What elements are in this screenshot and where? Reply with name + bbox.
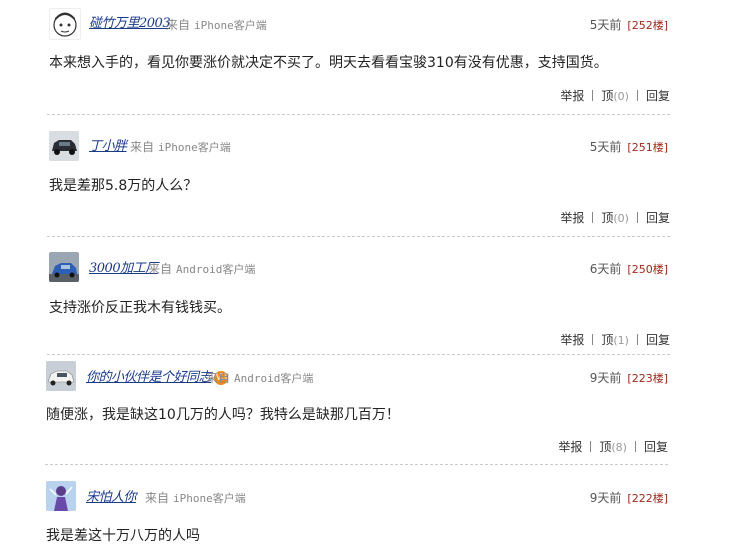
device-name: Android客户端 bbox=[176, 263, 256, 276]
separator bbox=[592, 212, 594, 223]
comment-text: 我是差那5.8万的人么？ bbox=[49, 178, 198, 194]
comment-text: 本来想入手的，看见你要涨价就决定不买了。明天去看看宝骏310有没有优惠，支持国货… bbox=[49, 55, 608, 71]
from-label: 来自 bbox=[145, 491, 170, 505]
report-button[interactable]: 举报 bbox=[558, 440, 582, 454]
comment-divider bbox=[45, 464, 668, 465]
comment-divider bbox=[47, 114, 670, 115]
comment-actions: 举报 顶(1) 回复 bbox=[560, 331, 670, 348]
from-label: 来自 bbox=[166, 18, 191, 32]
username-text: 你的小伙伴是个好同志 bbox=[86, 370, 212, 385]
separator bbox=[636, 90, 638, 101]
report-button[interactable]: 举报 bbox=[560, 333, 584, 347]
upvote-button[interactable]: 顶(0) bbox=[601, 211, 629, 225]
upvote-count: (0) bbox=[613, 212, 629, 225]
report-button[interactable]: 举报 bbox=[560, 211, 584, 225]
upvote-button[interactable]: 顶(0) bbox=[601, 89, 629, 103]
floor-number: [222楼] bbox=[627, 492, 668, 505]
device-info: 来自 Android客户端 bbox=[148, 260, 255, 277]
separator bbox=[636, 212, 638, 223]
comment-meta: 9天前 [223楼] bbox=[590, 369, 668, 386]
floor-number: [223楼] bbox=[627, 372, 668, 385]
upvote-label: 顶 bbox=[601, 211, 614, 225]
white-car-avatar[interactable] bbox=[46, 361, 76, 391]
reply-button[interactable]: 回复 bbox=[646, 89, 670, 103]
upvote-button[interactable]: 顶(8) bbox=[599, 440, 627, 454]
comment-meta: 9天前 [222楼] bbox=[590, 489, 668, 506]
from-label: 来自 bbox=[206, 371, 231, 385]
upvote-count: (1) bbox=[613, 334, 629, 347]
username[interactable]: 丁小胖 bbox=[89, 135, 127, 154]
anime-figure-avatar[interactable] bbox=[46, 481, 76, 511]
upvote-count: (0) bbox=[613, 90, 629, 103]
device-info: 来自 iPhone客户端 bbox=[130, 138, 231, 155]
username[interactable]: 碰竹万里2003 bbox=[89, 12, 171, 31]
floor-number: [251楼] bbox=[627, 141, 668, 154]
comment-text: 我是差这十万八万的人吗 bbox=[46, 528, 200, 544]
comment-actions: 举报 顶(8) 回复 bbox=[558, 438, 668, 455]
device-name: iPhone客户端 bbox=[194, 19, 267, 32]
blue-car-avatar[interactable] bbox=[49, 252, 79, 282]
comment-divider bbox=[47, 236, 670, 237]
comment-divider bbox=[47, 354, 670, 355]
comment-meta: 5天前 [252楼] bbox=[590, 16, 668, 33]
timestamp: 9天前 bbox=[589, 371, 622, 385]
separator bbox=[634, 441, 636, 452]
comment-actions: 举报 顶(0) 回复 bbox=[560, 87, 670, 104]
from-label: 来自 bbox=[148, 262, 173, 276]
separator bbox=[592, 90, 594, 101]
separator bbox=[636, 334, 638, 345]
device-info: 来自 iPhone客户端 bbox=[166, 16, 267, 33]
timestamp: 6天前 bbox=[589, 262, 622, 276]
reply-button[interactable]: 回复 bbox=[646, 333, 670, 347]
timestamp: 5天前 bbox=[589, 18, 622, 32]
device-name: iPhone客户端 bbox=[173, 492, 246, 505]
device-info: 来自 Android客户端 bbox=[206, 369, 313, 386]
device-name: Android客户端 bbox=[234, 372, 314, 385]
username[interactable]: 宋怕人你 bbox=[86, 486, 137, 505]
upvote-button[interactable]: 顶(1) bbox=[601, 333, 629, 347]
reply-button[interactable]: 回复 bbox=[646, 211, 670, 225]
from-label: 来自 bbox=[130, 140, 155, 154]
comment-text: 支持涨价反正我木有钱钱买。 bbox=[49, 300, 231, 316]
reply-button[interactable]: 回复 bbox=[644, 440, 668, 454]
upvote-label: 顶 bbox=[599, 440, 612, 454]
floor-number: [252楼] bbox=[627, 19, 668, 32]
device-info: 来自 iPhone客户端 bbox=[145, 489, 246, 506]
comment-meta: 6天前 [250楼] bbox=[590, 260, 668, 277]
comment-text: 随便涨，我是缺这10几万的人吗？我特么是缺那几百万！ bbox=[46, 407, 400, 423]
report-button[interactable]: 举报 bbox=[560, 89, 584, 103]
device-name: iPhone客户端 bbox=[158, 141, 231, 154]
separator bbox=[592, 334, 594, 345]
timestamp: 5天前 bbox=[589, 140, 622, 154]
comment-meta: 5天前 [251楼] bbox=[590, 138, 668, 155]
separator bbox=[590, 441, 592, 452]
upvote-label: 顶 bbox=[601, 89, 614, 103]
dark-suv-avatar[interactable] bbox=[49, 131, 79, 161]
comment-actions: 举报 顶(0) 回复 bbox=[560, 209, 670, 226]
timestamp: 9天前 bbox=[589, 491, 622, 505]
upvote-label: 顶 bbox=[601, 333, 614, 347]
cartoon-face-avatar[interactable] bbox=[49, 8, 81, 40]
floor-number: [250楼] bbox=[627, 263, 668, 276]
upvote-count: (8) bbox=[611, 441, 627, 454]
